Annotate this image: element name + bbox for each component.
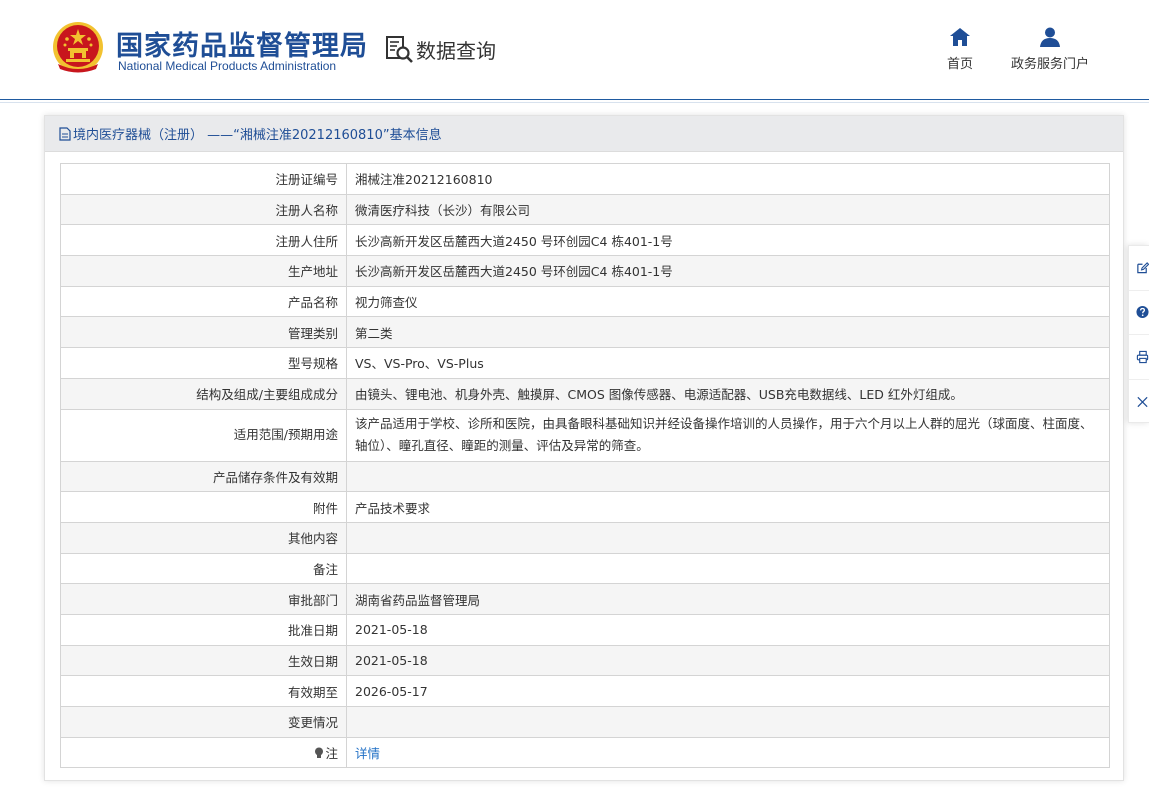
field-label: 变更情况 [60,706,347,738]
detail-link[interactable]: 详情 [355,746,380,761]
section-title-label: 数据查询 [416,38,496,63]
detail-panel: 境内医疗器械（注册） ——“湘械注准20212160810”基本信息 注册证编号… [44,115,1124,781]
field-value: 2026-05-17 [346,675,1110,707]
field-label: 产品名称 [60,285,347,318]
field-value: VS、VS-Pro、VS-Plus [346,347,1110,379]
nav-home-label: 首页 [946,57,973,72]
note-label: 注 [325,746,338,762]
field-value: 长沙高新开发区岳麓西大道2450 号环创园C4 栋401-1号 [346,224,1110,257]
field-label: 生效日期 [60,644,347,677]
field-label: 产品储存条件及有效期 [60,460,347,493]
field-label: 注册人住所 [60,224,347,257]
national-emblem-icon [53,22,103,73]
field-label: 适用范围/预期用途 [60,408,347,462]
field-value: 视力筛查仪 [346,285,1110,318]
table-row: 变更情况 [60,706,1110,738]
document-search-icon [386,36,413,63]
panel-header: 境内医疗器械（注册） ——“湘械注准20212160810”基本信息 [45,116,1123,152]
table-row: 生效日期 2021-05-18 [60,644,1110,677]
field-label: 有效期至 [60,675,347,707]
table-row: 产品储存条件及有效期 [60,460,1110,493]
table-row: 备注 [60,552,1110,585]
document-icon [59,126,71,141]
field-label: 型号规格 [60,347,347,379]
table-row: 管理类别 第二类 [60,316,1110,349]
help-button[interactable] [1129,291,1149,335]
panel-title: 境内医疗器械（注册） ——“湘械注准20212160810”基本信息 [73,128,442,143]
close-icon [1137,396,1148,407]
header-divider [0,102,1149,103]
note-value-cell: 详情 [346,736,1110,769]
lightbulb-icon [315,747,324,759]
field-label: 审批部门 [60,583,347,615]
table-row: 注册人住所 长沙高新开发区岳麓西大道2450 号环创园C4 栋401-1号 [60,224,1110,257]
field-value: 产品技术要求 [346,491,1110,523]
field-label: 注册证编号 [60,163,347,195]
table-row: 产品名称 视力筛查仪 [60,285,1110,318]
table-row: 审批部门 湖南省药品监督管理局 [60,583,1110,615]
field-value [346,706,1110,738]
side-toolbar [1128,245,1149,423]
table-row: 有效期至 2026-05-17 [60,675,1110,707]
home-icon [950,28,970,46]
field-label: 其他内容 [60,521,347,554]
table-row: 附件 产品技术要求 [60,491,1110,523]
section-title: 数据查询 [384,34,496,64]
field-value: 2021-05-18 [346,644,1110,677]
print-icon [1136,350,1149,363]
org-name-cn: 国家药品监督管理局 [116,31,368,62]
field-value: 第二类 [346,316,1110,349]
field-label: 注册人名称 [60,193,347,226]
field-value: 湖南省药品监督管理局 [346,583,1110,615]
field-value [346,521,1110,554]
field-label: 附件 [60,491,347,523]
table-row: 其他内容 [60,521,1110,554]
field-label: 管理类别 [60,316,347,349]
user-icon [1040,27,1060,47]
site-header: 国家药品监督管理局 National Medical Products Admi… [0,0,1149,100]
edit-icon [1137,261,1149,273]
table-row: 注册人名称 微清医疗科技（长沙）有限公司 [60,193,1110,226]
table-row: 型号规格 VS、VS-Pro、VS-Plus [60,347,1110,379]
table-row: 适用范围/预期用途 该产品适用于学校、诊所和医院，由具备眼科基础知识并经设备操作培… [60,408,1110,462]
field-label: 生产地址 [60,255,347,287]
field-value: 该产品适用于学校、诊所和医院，由具备眼科基础知识并经设备操作培训的人员操作，用于… [346,408,1110,462]
field-label: 备注 [60,552,347,585]
edit-button[interactable] [1129,246,1149,291]
table-row: 结构及组成/主要组成成分 由镜头、锂电池、机身外壳、触摸屏、CMOS 图像传感器、… [60,377,1110,410]
field-value: 长沙高新开发区岳麓西大道2450 号环创园C4 栋401-1号 [346,255,1110,287]
table-row: 注 详情 [60,736,1110,769]
org-name-en: National Medical Products Administration [118,59,337,73]
note-label-cell: 注 [60,736,347,769]
field-value: 湘械注准20212160810 [346,163,1110,195]
table-row: 生产地址 长沙高新开发区岳麓西大道2450 号环创园C4 栋401-1号 [60,255,1110,287]
nav-service-portal[interactable]: 政务服务门户 [1008,26,1092,72]
field-label: 批准日期 [60,613,347,646]
field-value: 微清医疗科技（长沙）有限公司 [346,193,1110,226]
field-value [346,552,1110,585]
print-button[interactable] [1129,335,1149,380]
field-value [346,460,1110,493]
table-row: 注册证编号 湘械注准20212160810 [60,163,1110,195]
nav-service-portal-label: 政务服务门户 [1010,57,1089,72]
field-value: 由镜头、锂电池、机身外壳、触摸屏、CMOS 图像传感器、电源适配器、USB充电数… [346,377,1110,410]
close-button[interactable] [1129,380,1149,425]
nav-home[interactable]: 首页 [943,26,977,72]
field-value: 2021-05-18 [346,613,1110,646]
field-label: 结构及组成/主要组成成分 [60,377,347,410]
table-row: 批准日期 2021-05-18 [60,613,1110,646]
registration-info-table: 注册证编号 湘械注准20212160810 注册人名称 微清医疗科技（长沙）有限公司… [60,163,1110,769]
help-icon [1136,306,1149,319]
